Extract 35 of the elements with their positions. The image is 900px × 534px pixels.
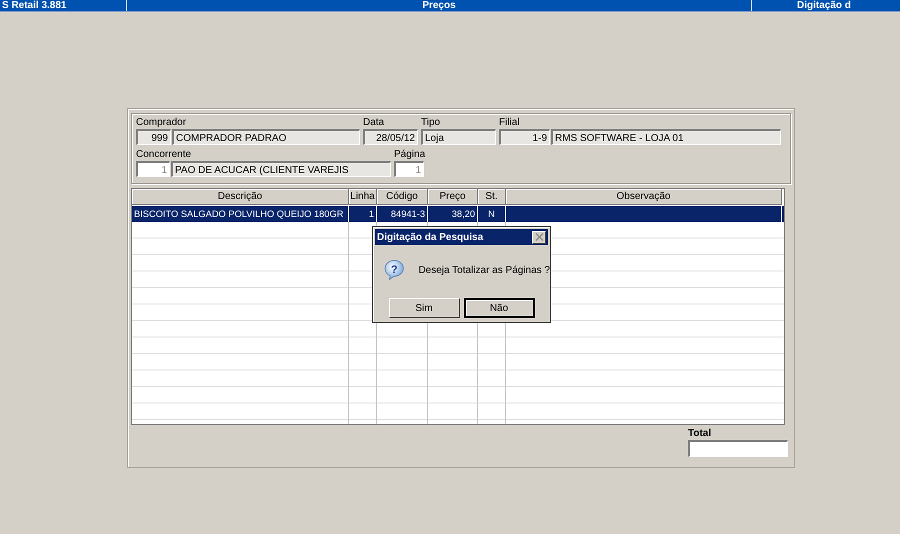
screen-title: Preços xyxy=(127,0,752,11)
field-label: Página xyxy=(394,148,426,161)
input-field[interactable]: Loja xyxy=(421,129,496,145)
input-field[interactable]: RMS SOFTWARE - LOJA 01 xyxy=(551,129,781,145)
input-field[interactable]: 1-9 xyxy=(499,129,550,145)
column-header[interactable]: Código xyxy=(377,189,428,205)
close-button[interactable] xyxy=(532,230,546,244)
table-cell: 1 xyxy=(349,206,377,222)
input-field[interactable]: PAO DE ACUCAR (CLIENTE VAREJIS xyxy=(171,161,391,177)
table-row[interactable]: BISCOITO SALGADO POLVILHO QUEIJO 180GR 1 84941-3 38,20 N xyxy=(132,206,784,222)
column-header[interactable]: Descrição xyxy=(132,189,349,205)
column-header[interactable]: Observação xyxy=(506,189,782,205)
field-label: Filial xyxy=(499,116,521,129)
app-title: S Retail 3.881 xyxy=(0,0,127,11)
field-label: Tipo xyxy=(421,116,442,129)
dialog-message: Deseja Totalizar as Páginas ? xyxy=(418,264,550,276)
table-cell: BISCOITO SALGADO POLVILHO QUEIJO 180GR xyxy=(132,206,349,222)
input-field[interactable]: COMPRADOR PADRAO xyxy=(172,129,360,145)
field-label: Comprador xyxy=(136,116,188,129)
dialog-button[interactable]: Não xyxy=(464,298,534,318)
input-field[interactable]: 28/05/12 xyxy=(363,129,418,145)
dialog-button[interactable]: Sim xyxy=(388,298,460,318)
total-field[interactable] xyxy=(688,440,788,457)
field-label: Concorrente xyxy=(136,148,192,161)
column-header[interactable]: Linha xyxy=(349,189,377,205)
table-cell: 84941-3 xyxy=(377,206,428,222)
table-cell: N xyxy=(478,206,506,222)
table-cell: 38,20 xyxy=(428,206,478,222)
screen-subtitle: Digitação d xyxy=(796,0,852,11)
column-header[interactable]: St. xyxy=(478,189,506,205)
column-header[interactable]: Preço xyxy=(428,189,478,205)
input-field[interactable]: 999 xyxy=(136,129,171,145)
field-label: Data xyxy=(363,116,386,129)
total-label: Total xyxy=(688,427,712,440)
dialog-title: Digitação da Pesquisa xyxy=(377,232,484,242)
